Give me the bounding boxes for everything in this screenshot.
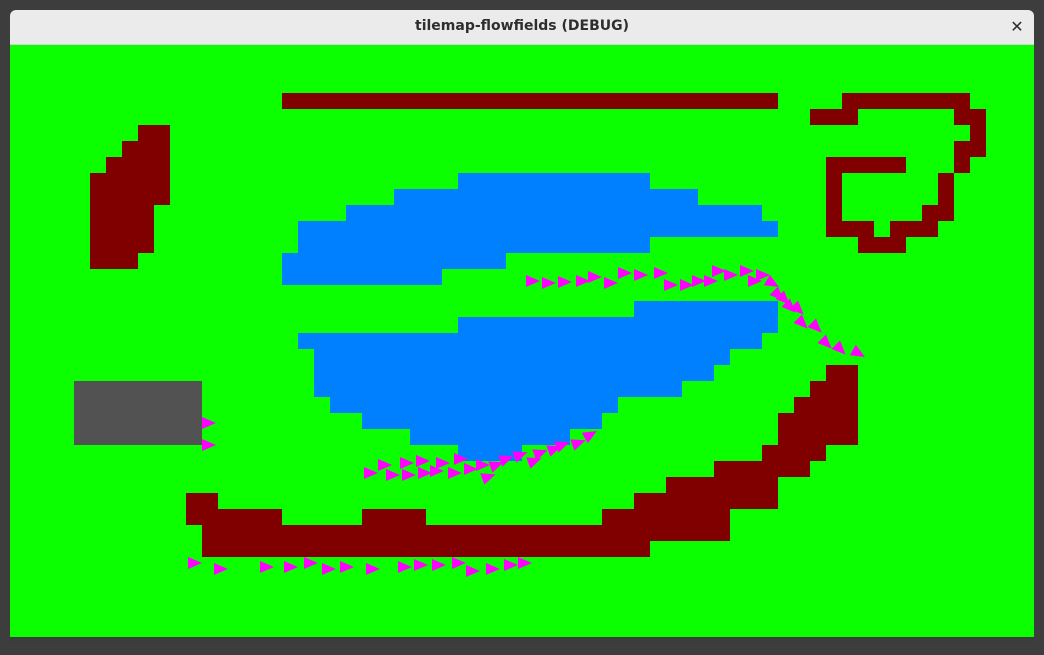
wall-tile — [810, 381, 858, 397]
wall-tile — [90, 205, 154, 253]
wall-tile — [970, 125, 986, 157]
water-tile — [458, 317, 778, 333]
wall-tile — [90, 173, 170, 205]
window-title: tilemap-flowfields (DEBUG) — [415, 18, 629, 34]
wall-tile — [602, 509, 730, 525]
wall-tile — [794, 397, 858, 413]
wall-tile — [826, 173, 842, 237]
water-tile — [458, 173, 650, 189]
water-tile — [282, 269, 442, 285]
wall-tile — [202, 525, 730, 541]
water-tile — [314, 381, 682, 397]
wall-tile — [858, 237, 906, 253]
water-tile — [330, 397, 618, 413]
wall-tile — [938, 173, 954, 205]
water-tile — [458, 445, 522, 461]
wall-tile — [826, 157, 906, 173]
wall-tile — [282, 93, 778, 109]
water-tile — [298, 237, 650, 253]
wall-tile — [954, 141, 970, 173]
wall-tile — [826, 365, 858, 381]
title-bar[interactable]: tilemap-flowfields (DEBUG) ✕ — [10, 10, 1034, 45]
water-tile — [410, 429, 570, 445]
water-tile — [282, 253, 506, 269]
wall-tile — [106, 157, 170, 173]
wall-tile — [634, 493, 778, 509]
wall-tile — [922, 205, 954, 221]
wall-tile — [122, 141, 170, 157]
water-tile — [298, 221, 778, 237]
water-tile — [346, 205, 762, 221]
wall-tile — [762, 445, 826, 461]
wall-tile — [954, 109, 986, 125]
water-tile — [314, 365, 714, 381]
wall-tile — [666, 477, 778, 493]
wall-tile — [778, 413, 858, 445]
wall-tile — [362, 509, 426, 525]
app-window: tilemap-flowfields (DEBUG) ✕ — [0, 0, 1044, 655]
water-tile — [314, 349, 730, 365]
wall-tile — [890, 221, 938, 237]
game-canvas[interactable] — [10, 45, 1034, 637]
close-icon: ✕ — [1010, 17, 1024, 36]
water-tile — [634, 301, 778, 317]
wall-tile — [138, 125, 170, 141]
spawn-zone — [74, 381, 202, 445]
wall-tile — [842, 93, 970, 109]
wall-tile — [842, 221, 874, 237]
tilemap — [10, 45, 1034, 637]
water-tile — [298, 333, 762, 349]
bottom-border — [10, 637, 1034, 645]
wall-tile — [202, 541, 650, 557]
wall-tile — [714, 461, 810, 477]
wall-tile — [218, 509, 282, 525]
wall-tile — [90, 253, 138, 269]
wall-tile — [810, 109, 858, 125]
close-button[interactable]: ✕ — [1006, 16, 1028, 38]
water-tile — [394, 189, 698, 205]
wall-tile — [186, 493, 218, 525]
water-tile — [362, 413, 602, 429]
